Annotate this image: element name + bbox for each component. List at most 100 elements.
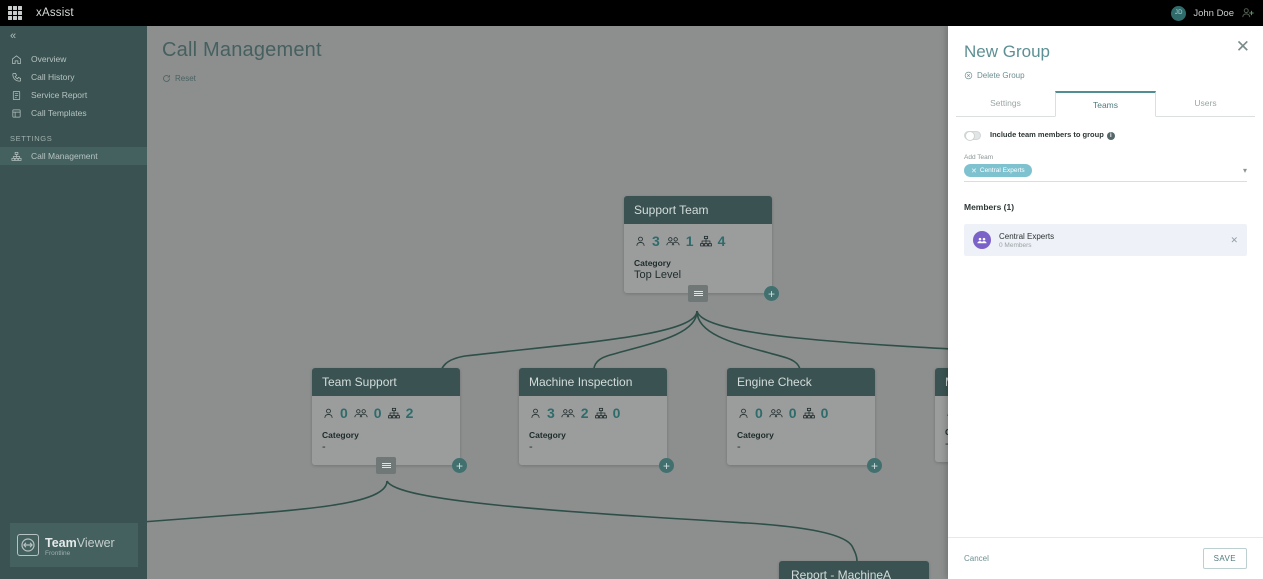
stat-groups: 0 xyxy=(594,405,621,421)
node-stats: 0 0 0 xyxy=(737,405,865,421)
stat-users: 0 xyxy=(737,405,763,421)
stat-users-value: 3 xyxy=(547,405,555,421)
node-card[interactable]: Engine Check 0 0 0 Category - + xyxy=(727,368,882,473)
leaf-node-card[interactable]: Report - MachineA xyxy=(779,561,929,579)
tab-teams[interactable]: Teams xyxy=(1055,91,1156,117)
close-icon[interactable]: ✕ xyxy=(1236,38,1250,55)
person-icon xyxy=(324,408,333,418)
app-root: xAssist JD John Doe « Overview Call Hist… xyxy=(0,0,1263,579)
reset-label: Reset xyxy=(175,74,196,83)
people-avatar-icon xyxy=(973,231,991,249)
include-members-row: Include team members to group i xyxy=(964,130,1247,141)
chip-remove-icon[interactable]: ✕ xyxy=(971,167,977,175)
node-body: 0 0 2 Category - + xyxy=(312,396,467,474)
people-icon xyxy=(354,408,368,417)
plus-icon[interactable]: + xyxy=(764,286,779,301)
node-title: Team Support xyxy=(312,368,460,396)
sidebar-nav: Overview Call History Service Report Cal… xyxy=(0,50,147,122)
add-team-select[interactable]: ✕ Central Experts ▾ xyxy=(964,161,1247,182)
logo-bold: Team xyxy=(45,535,77,550)
panel-title: New Group xyxy=(964,42,1050,61)
apps-grid-icon[interactable] xyxy=(8,6,22,20)
reset-button[interactable]: Reset xyxy=(162,74,196,83)
node-card[interactable]: Machine Inspection 3 2 0 Category - + xyxy=(519,368,674,473)
node-card[interactable]: Team Support 0 0 2 Category - + xyxy=(312,368,467,474)
people-icon xyxy=(561,408,575,417)
include-team-members-toggle[interactable] xyxy=(964,130,981,141)
top-bar: xAssist JD John Doe xyxy=(0,0,1263,26)
chevron-down-icon[interactable]: ▾ xyxy=(1243,166,1247,175)
hamburger-menu-icon[interactable] xyxy=(688,285,708,302)
sidebar-item-call-templates[interactable]: Call Templates xyxy=(0,104,147,122)
plus-icon[interactable]: + xyxy=(452,458,467,473)
document-icon xyxy=(10,89,22,101)
sidebar-collapse-button[interactable]: « xyxy=(0,26,147,42)
info-icon[interactable]: i xyxy=(1106,132,1115,140)
node-category-label: Category xyxy=(634,258,671,268)
stat-groups-value: 0 xyxy=(612,405,621,421)
sidebar-item-overview[interactable]: Overview xyxy=(0,50,147,68)
sidebar-item-service-report[interactable]: Service Report xyxy=(0,86,147,104)
node-category-label: Category xyxy=(529,430,566,440)
stat-users-value: 3 xyxy=(652,233,660,249)
list-item[interactable]: Central Experts 0 Members ✕ xyxy=(964,224,1247,256)
teamviewer-logo: TeamViewer Frontline xyxy=(10,523,138,567)
sidebar-item-call-management[interactable]: Call Management xyxy=(0,147,147,165)
add-user-icon[interactable] xyxy=(1241,6,1255,20)
plus-icon[interactable]: + xyxy=(867,458,882,473)
add-team-label: Add Team xyxy=(964,154,994,161)
people-icon xyxy=(769,408,783,417)
tab-users[interactable]: Users xyxy=(1156,91,1255,116)
stat-teams: 0 xyxy=(768,405,797,421)
hamburger-menu-icon[interactable] xyxy=(376,457,396,474)
page-title: Call Management xyxy=(162,39,322,61)
chip-label: Central Experts xyxy=(979,167,1025,174)
top-bar-right: JD John Doe xyxy=(1171,5,1263,21)
node-title: Engine Check xyxy=(727,368,875,396)
person-icon xyxy=(531,408,540,418)
stat-teams: 1 xyxy=(665,233,694,249)
person-icon xyxy=(739,408,748,418)
stat-teams-value: 0 xyxy=(788,405,797,421)
plus-icon[interactable]: + xyxy=(659,458,674,473)
node-card[interactable]: Support Team 3 1 4 Category Top Level + xyxy=(624,196,779,302)
stat-users: 0 xyxy=(322,405,348,421)
remove-icon[interactable]: ✕ xyxy=(1230,235,1238,246)
people-icon xyxy=(666,236,680,245)
org-chart-icon xyxy=(387,407,400,418)
include-team-members-label: Include team members to group i xyxy=(990,130,1115,140)
org-chart-icon xyxy=(802,407,815,418)
user-name: John Doe xyxy=(1193,7,1234,19)
sidebar-item-label: Overview xyxy=(31,54,67,64)
teamviewer-arrows-icon xyxy=(17,534,39,556)
stat-groups: 4 xyxy=(699,233,725,249)
stat-users: 3 xyxy=(634,233,660,249)
member-count: 0 Members xyxy=(999,241,1032,249)
delete-group-button[interactable]: Delete Group xyxy=(948,62,1263,80)
node-body: 0 0 0 Category - + xyxy=(727,396,882,473)
stat-teams: 0 xyxy=(353,405,382,421)
panel-body: Include team members to group i Add Team … xyxy=(948,117,1263,537)
node-category-value: - xyxy=(737,441,741,453)
stat-teams-value: 2 xyxy=(580,405,589,421)
node-category-value: Top Level xyxy=(634,269,682,281)
node-body: 3 2 0 Category - + xyxy=(519,396,674,473)
stat-users-value: 0 xyxy=(340,405,348,421)
new-group-panel: New Group ✕ Delete Group Settings Teams … xyxy=(948,26,1263,579)
selected-team-chip[interactable]: ✕ Central Experts xyxy=(964,164,1032,177)
stat-groups: 0 xyxy=(802,405,828,421)
cancel-button[interactable]: Cancel xyxy=(964,554,989,563)
sidebar-item-label: Call History xyxy=(31,72,75,82)
call-history-icon xyxy=(10,71,22,83)
home-icon xyxy=(10,53,22,65)
sidebar-item-call-history[interactable]: Call History xyxy=(0,68,147,86)
tab-settings[interactable]: Settings xyxy=(956,91,1055,116)
avatar[interactable]: JD xyxy=(1171,5,1187,21)
member-name: Central Experts xyxy=(999,231,1055,241)
node-category-value: - xyxy=(322,441,326,453)
stat-users-value: 0 xyxy=(755,405,763,421)
logo-light: Viewer xyxy=(76,535,115,550)
panel-footer: Cancel SAVE xyxy=(948,537,1263,579)
save-button[interactable]: SAVE xyxy=(1202,548,1247,569)
member-info: Central Experts 0 Members xyxy=(999,232,1054,249)
